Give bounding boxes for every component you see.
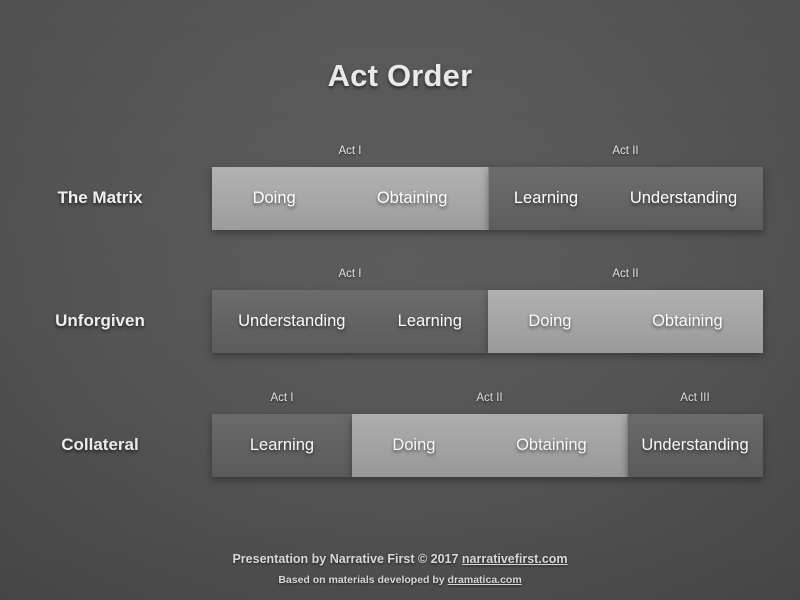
act-item: Obtaining <box>652 312 723 330</box>
act-item: Learning <box>513 189 579 207</box>
footer-credit-line: Presentation by Narrative First © 2017 n… <box>0 552 800 566</box>
footer-source-text: Based on materials developed by <box>278 574 448 586</box>
act-item: Understanding <box>641 436 749 454</box>
act-track: Act I Act II Act III Learning Doing Obta… <box>212 392 763 477</box>
row-label: Collateral <box>61 435 139 454</box>
page-title: Act Order <box>327 58 473 93</box>
act-item: Learning <box>249 436 315 454</box>
act-item: Learning <box>397 312 462 330</box>
act-caption: Act I <box>338 268 362 280</box>
act-item: Doing <box>528 312 572 330</box>
act-item: Understanding <box>629 189 738 207</box>
act-track: Act I Act II Doing Obtaining Learning Un… <box>212 145 763 230</box>
act-block[interactable]: Understanding Learning <box>212 290 488 353</box>
act-block[interactable]: Doing Obtaining <box>488 290 763 353</box>
act-caption: Act I <box>338 145 362 157</box>
act-item: Obtaining <box>516 436 587 454</box>
act-item: Obtaining <box>376 189 448 207</box>
footer-source-line: Based on materials developed by dramatic… <box>0 574 800 586</box>
act-track: Act I Act II Understanding Learning Doin… <box>212 268 763 353</box>
act-block[interactable]: Doing Obtaining <box>352 414 627 477</box>
act-caption: Act III <box>680 392 710 404</box>
footer-credit-text: Presentation by Narrative First © 2017 <box>232 552 462 566</box>
block-divider <box>488 167 489 230</box>
act-block[interactable]: Learning <box>212 414 352 477</box>
row-label: Unforgiven <box>55 311 145 330</box>
dramatica-link[interactable]: dramatica.com <box>448 574 522 586</box>
narrativefirst-link[interactable]: narrativefirst.com <box>462 552 568 566</box>
act-block[interactable]: Understanding <box>627 414 763 477</box>
act-item: Understanding <box>238 312 346 330</box>
slide-canvas: Act Order The Matrix Act I Act II Doing … <box>0 0 800 600</box>
act-item: Doing <box>252 189 296 207</box>
act-block[interactable]: Learning Understanding <box>488 167 763 230</box>
act-caption: Act II <box>612 145 639 157</box>
block-divider <box>627 414 628 477</box>
act-caption: Act II <box>612 268 639 280</box>
act-caption: Act I <box>270 392 294 404</box>
act-caption: Act II <box>476 392 503 404</box>
act-item: Doing <box>392 436 436 454</box>
act-block[interactable]: Doing Obtaining <box>212 167 488 230</box>
row-label: The Matrix <box>57 188 143 207</box>
